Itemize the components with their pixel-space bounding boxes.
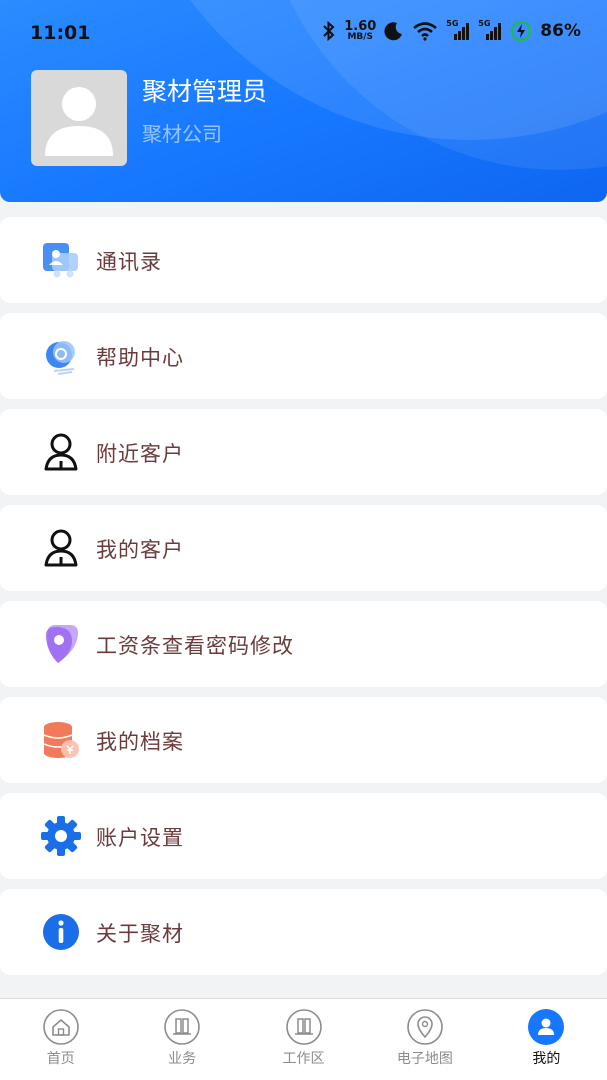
- map-pin-icon: [406, 1008, 444, 1046]
- menu-item-label: 我的档案: [96, 730, 184, 754]
- home-icon: [42, 1008, 80, 1046]
- gear-icon: [40, 815, 82, 857]
- user-name: 聚材管理员: [142, 77, 268, 106]
- tab-label: 我的: [532, 1051, 561, 1067]
- status-time: 11:01: [30, 22, 91, 44]
- nearby-customer-icon: [40, 431, 82, 473]
- menu-item-account-settings[interactable]: 账户设置: [0, 793, 607, 879]
- location-pin-icon: [40, 623, 82, 665]
- profile-header: 11:01 1.60 MB/S 5G 5G 86% 聚材管理员 聚材公司: [0, 0, 607, 202]
- battery-level: 86%: [540, 21, 581, 41]
- database-icon: [40, 719, 82, 761]
- contacts-icon: [40, 239, 82, 281]
- menu-list: 通讯录 帮助中心 附近客户 我的客户 工资条查看密码修改 我的档案 账户设置 关…: [0, 217, 607, 985]
- tab-map[interactable]: 电子地图: [364, 999, 485, 1080]
- avatar[interactable]: [31, 70, 127, 166]
- menu-item-my-customers[interactable]: 我的客户: [0, 505, 607, 591]
- net-speed: 1.60 MB/S: [344, 20, 376, 42]
- workspace-icon: [285, 1008, 323, 1046]
- menu-item-contacts[interactable]: 通讯录: [0, 217, 607, 303]
- avatar-placeholder-icon: [45, 87, 113, 156]
- my-customer-icon: [40, 527, 82, 569]
- menu-item-nearby-customers[interactable]: 附近客户: [0, 409, 607, 495]
- help-center-icon: [40, 335, 82, 377]
- menu-item-label: 账户设置: [96, 826, 184, 850]
- bluetooth-icon: [322, 21, 336, 41]
- moon-icon: [384, 21, 404, 41]
- user-company: 聚材公司: [142, 122, 222, 146]
- menu-item-label: 关于聚材: [96, 922, 184, 946]
- status-bar: 11:01 1.60 MB/S 5G 5G 86%: [0, 0, 607, 66]
- battery-charging-icon: [510, 20, 532, 42]
- tab-workspace[interactable]: 工作区: [243, 999, 364, 1080]
- tab-label: 工作区: [282, 1051, 325, 1067]
- menu-item-payslip-password[interactable]: 工资条查看密码修改: [0, 601, 607, 687]
- menu-item-about[interactable]: 关于聚材: [0, 889, 607, 975]
- menu-item-label: 帮助中心: [96, 346, 184, 370]
- menu-item-label: 工资条查看密码修改: [96, 634, 294, 658]
- tab-home[interactable]: 首页: [0, 999, 121, 1080]
- wifi-icon: [412, 21, 438, 41]
- menu-item-label: 通讯录: [96, 250, 162, 274]
- status-indicators: 1.60 MB/S 5G 5G 86%: [322, 19, 581, 42]
- info-icon: [40, 911, 82, 953]
- bottom-tab-bar: 首页 业务 工作区 电子地图 我的: [0, 998, 607, 1080]
- business-icon: [163, 1008, 201, 1046]
- tab-profile[interactable]: 我的: [486, 999, 607, 1080]
- net-speed-unit: MB/S: [347, 32, 374, 42]
- menu-item-help-center[interactable]: 帮助中心: [0, 313, 607, 399]
- menu-item-label: 附近客户: [96, 442, 184, 466]
- signal-label: 5G: [478, 19, 491, 28]
- profile-icon: [527, 1008, 565, 1046]
- signal-icon: 5G: [478, 19, 502, 41]
- signal-icon: 5G: [446, 19, 470, 41]
- signal-label: 5G: [446, 19, 459, 28]
- menu-item-label: 我的客户: [96, 538, 184, 562]
- tab-label: 业务: [168, 1051, 197, 1067]
- tab-label: 首页: [46, 1051, 75, 1067]
- menu-item-my-archive[interactable]: 我的档案: [0, 697, 607, 783]
- tab-label: 电子地图: [396, 1051, 453, 1067]
- tab-business[interactable]: 业务: [121, 999, 242, 1080]
